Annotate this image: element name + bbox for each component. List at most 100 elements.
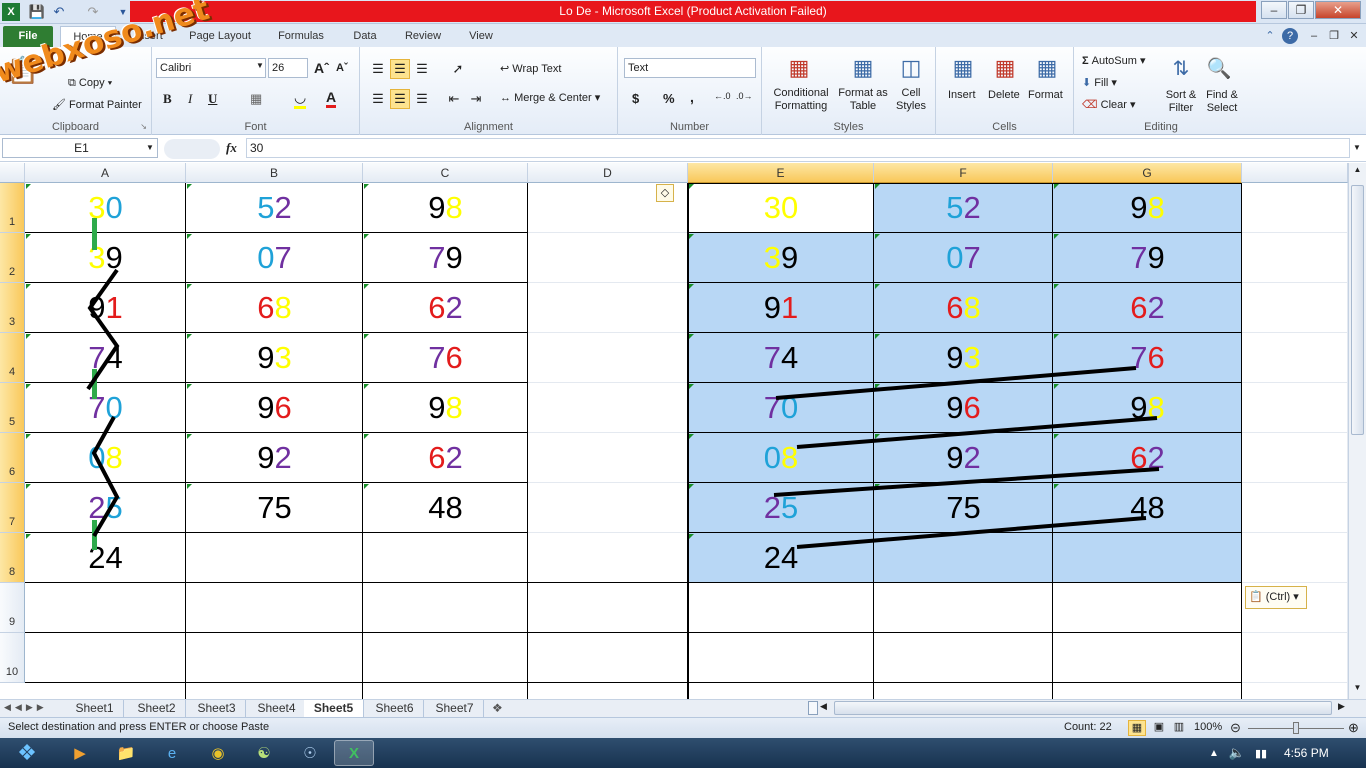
delete-label[interactable]: Delete xyxy=(988,89,1020,101)
increase-decimal-icon[interactable]: ←.0 xyxy=(714,91,731,101)
normal-view-icon[interactable]: ▦ xyxy=(1128,720,1146,736)
minimize-button[interactable]: – xyxy=(1261,1,1287,19)
fill-button[interactable]: ⬇ Fill ▾ xyxy=(1082,76,1117,89)
cell-styles-label[interactable]: Cell Styles xyxy=(894,87,928,113)
scroll-thumb[interactable] xyxy=(1351,185,1364,435)
error-check-icon[interactable]: ◇ xyxy=(656,184,674,202)
row-header[interactable]: 3 xyxy=(0,283,25,333)
merge-center-button[interactable]: ↔ Merge & Center ▾ xyxy=(500,91,600,104)
font-family-select[interactable]: Calibri xyxy=(156,58,266,78)
column-header-g[interactable]: G xyxy=(1053,163,1242,183)
format-painter-button[interactable]: 🖌 Format Painter xyxy=(52,98,142,111)
cell-f1[interactable]: 52 xyxy=(874,183,1053,233)
comma-button[interactable]: , xyxy=(690,89,694,105)
column-header-c[interactable]: C xyxy=(363,163,528,183)
row-header[interactable]: 1 xyxy=(0,183,25,233)
font-color-icon[interactable]: A xyxy=(326,89,337,108)
sheet-nav-icon[interactable]: ◀◀▶▶ xyxy=(4,702,48,713)
percent-button[interactable]: % xyxy=(663,91,675,106)
font-size-select[interactable]: 26 xyxy=(268,58,308,78)
row-header[interactable]: 7 xyxy=(0,483,25,533)
dialog-launcher-icon[interactable]: ↘ xyxy=(140,122,147,131)
cell-b3[interactable]: 68 xyxy=(186,283,363,333)
cell-c4[interactable]: 76 xyxy=(363,333,528,383)
align-right-icon[interactable]: ☰ xyxy=(412,89,432,109)
cell-c2[interactable]: 79 xyxy=(363,233,528,283)
cell-a1[interactable]: 30 xyxy=(25,183,186,233)
page-break-view-icon[interactable]: ▥ xyxy=(1170,720,1188,736)
currency-button[interactable]: $ xyxy=(632,91,639,106)
cell-c7[interactable]: 48 xyxy=(363,483,528,533)
sort-filter-icon[interactable]: ⇅ xyxy=(1166,53,1196,83)
network-app-icon[interactable]: ☉ xyxy=(290,740,330,766)
autosum-button[interactable]: Σ AutoSum ▾ xyxy=(1082,54,1146,67)
wrap-text-button[interactable]: ↩ Wrap Text xyxy=(500,62,561,75)
insert-label[interactable]: Insert xyxy=(948,89,976,101)
close-button[interactable]: ✕ xyxy=(1315,1,1361,19)
conditional-formatting-label[interactable]: Conditional Formatting xyxy=(770,87,832,113)
format-as-table-icon[interactable]: ▦ xyxy=(848,53,878,83)
column-header-f[interactable]: F xyxy=(874,163,1053,183)
decrease-decimal-icon[interactable]: .0→ xyxy=(736,91,753,101)
cell-f2[interactable]: 07 xyxy=(874,233,1053,283)
cell-g4[interactable]: 76 xyxy=(1053,333,1242,383)
sheet-tab-sheet6[interactable]: Sheet6 xyxy=(366,700,424,717)
minimize-ribbon-icon[interactable]: ⌃ xyxy=(1262,26,1278,47)
cell-c6[interactable]: 62 xyxy=(363,433,528,483)
cell-e5[interactable]: 70 xyxy=(688,383,874,433)
sheet-tab-sheet5[interactable]: Sheet5 xyxy=(304,700,364,717)
cell-b1[interactable]: 52 xyxy=(186,183,363,233)
align-middle-icon[interactable]: ☰ xyxy=(390,59,410,79)
find-select-icon[interactable]: 🔍 xyxy=(1204,53,1234,83)
delete-cells-icon[interactable]: ▦ xyxy=(990,53,1020,83)
column-header-e[interactable]: E xyxy=(688,163,874,183)
increase-indent-icon[interactable]: ⇥ xyxy=(466,89,486,109)
bold-button[interactable]: B xyxy=(163,91,172,107)
excel-taskbar-icon[interactable]: X xyxy=(334,740,374,766)
cell-c3[interactable]: 62 xyxy=(363,283,528,333)
borders-icon[interactable]: ▦ xyxy=(250,91,262,107)
worksheet-grid[interactable]: A B C D E F G 1 2 3 4 5 6 7 8 9 10 3 0 3 9 9 1 7 4 7 0 0 8 2 5 2 4 5 2 0 7 6 8… xyxy=(0,163,1348,699)
sheet-tab-sheet1[interactable]: Sheet1 xyxy=(66,700,124,717)
find-select-label[interactable]: Find & Select xyxy=(1202,89,1242,115)
number-format-select[interactable]: Text xyxy=(624,58,756,78)
cell-styles-icon[interactable]: ◫ xyxy=(896,53,926,83)
tab-formulas[interactable]: Formulas xyxy=(268,26,334,47)
align-bottom-icon[interactable]: ☰ xyxy=(412,59,432,79)
orientation-icon[interactable]: ➚ xyxy=(446,59,470,79)
help-icon[interactable]: ? xyxy=(1282,28,1298,44)
cell-a5[interactable]: 70 xyxy=(25,383,186,433)
cell-b6[interactable]: 92 xyxy=(186,433,363,483)
row-header[interactable]: 9 xyxy=(0,583,25,633)
volume-icon[interactable]: 🔈 xyxy=(1228,740,1246,766)
format-cells-icon[interactable]: ▦ xyxy=(1032,53,1062,83)
cell-g2[interactable]: 79 xyxy=(1053,233,1242,283)
cell-a4[interactable]: 74 xyxy=(25,333,186,383)
cell-e2[interactable]: 39 xyxy=(688,233,874,283)
explorer-icon[interactable]: 📁 xyxy=(106,740,146,766)
cell-g6[interactable]: 62 xyxy=(1053,433,1242,483)
hscroll-thumb[interactable] xyxy=(834,701,1332,715)
wb-minimize-icon[interactable]: – xyxy=(1306,26,1322,47)
column-header-h[interactable] xyxy=(1242,163,1348,183)
grow-font-icon[interactable]: Aˆ xyxy=(314,60,329,76)
app-icon[interactable]: ☯ xyxy=(244,740,284,766)
zoom-out-icon[interactable]: ⊝ xyxy=(1230,720,1241,736)
sheet-tab-sheet4[interactable]: Sheet4 xyxy=(248,700,306,717)
sheet-tab-sheet2[interactable]: Sheet2 xyxy=(128,700,186,717)
wb-restore-icon[interactable]: ❐ xyxy=(1326,26,1342,47)
tab-review[interactable]: Review xyxy=(398,26,448,47)
media-player-icon[interactable]: ▶ xyxy=(60,740,100,766)
cell-a3[interactable]: 91 xyxy=(25,283,186,333)
select-all-corner[interactable] xyxy=(0,163,25,183)
name-box[interactable]: E1 xyxy=(2,138,158,158)
start-button-icon[interactable]: ❖ xyxy=(4,740,50,766)
sheet-tab-sheet7[interactable]: Sheet7 xyxy=(426,700,484,717)
shrink-font-icon[interactable]: Aˇ xyxy=(336,62,348,74)
sheet-tab-sheet3[interactable]: Sheet3 xyxy=(188,700,246,717)
tab-view[interactable]: View xyxy=(456,26,506,47)
restore-button[interactable]: ❐ xyxy=(1288,1,1314,19)
cell-g5[interactable]: 98 xyxy=(1053,383,1242,433)
cell-b2[interactable]: 07 xyxy=(186,233,363,283)
clear-button[interactable]: ⌫ Clear ▾ xyxy=(1082,98,1136,111)
